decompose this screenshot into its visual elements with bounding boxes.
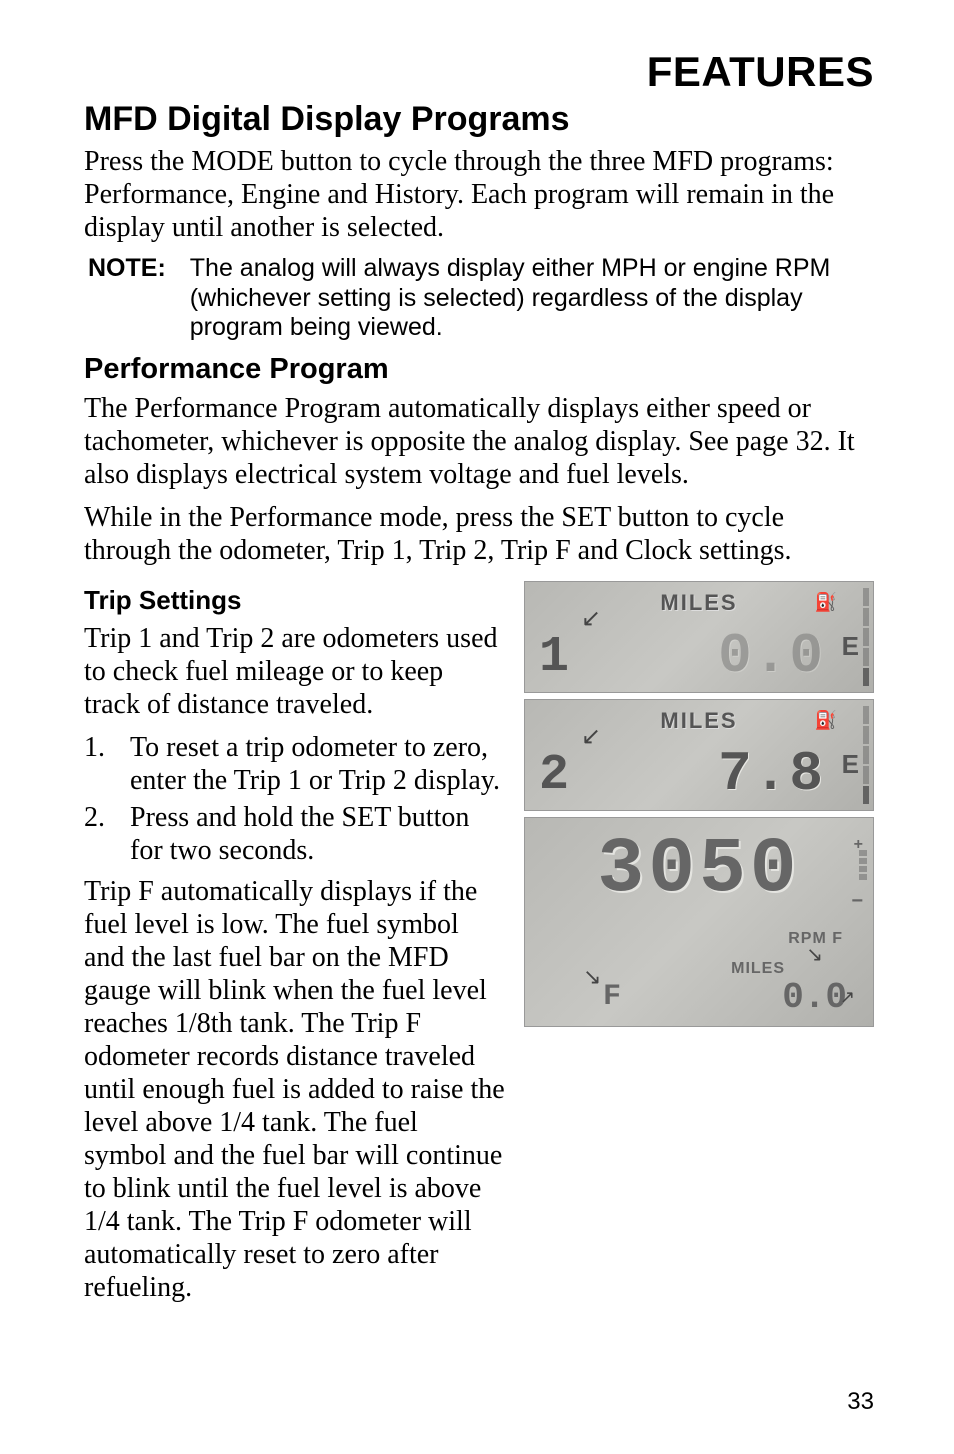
performance-paragraph-1: The Performance Program automatically di… <box>84 392 874 491</box>
lcd-trip-2-image: MILES ⛽ 2 ↙ 7.8 E <box>524 699 874 811</box>
step-2: 2. Press and hold the SET button for two… <box>84 801 506 867</box>
section-header: FEATURES <box>84 48 874 96</box>
arrow-icon: ↘ <box>583 964 601 990</box>
note-text: The analog will always display either MP… <box>190 254 874 343</box>
minus-icon: − <box>851 890 863 913</box>
lcd-trip-1-image: MILES ⛽ 1 ↙ 0.0 E <box>524 581 874 693</box>
arrow-icon: ↙ <box>581 722 601 751</box>
rpm-value: 3050 <box>597 826 800 914</box>
trip-number: 1 <box>539 629 569 686</box>
fuel-icon: ⛽ <box>815 710 837 731</box>
page-number: 33 <box>847 1388 874 1416</box>
step-2-number: 2. <box>84 801 112 867</box>
trip-intro: Trip 1 and Trip 2 are odometers used to … <box>84 622 506 721</box>
miles-label: MILES <box>731 960 785 978</box>
step-1-text: To reset a trip odometer to zero, enter … <box>130 731 506 797</box>
subheading-performance: Performance Program <box>84 353 874 386</box>
performance-paragraph-2: While in the Performance mode, press the… <box>84 501 874 567</box>
f-label: F <box>603 980 621 1014</box>
miles-label: MILES <box>660 590 737 616</box>
arrow-icon: ↘ <box>806 942 823 967</box>
intro-paragraph: Press the MODE button to cycle through t… <box>84 145 874 244</box>
fuel-icon: ⛽ <box>815 592 837 613</box>
step-1: 1. To reset a trip odometer to zero, ent… <box>84 731 506 797</box>
fuel-gauge <box>863 706 869 804</box>
arrow-icon: ↗ <box>840 987 855 1008</box>
note-label: NOTE: <box>84 254 166 343</box>
trip-number: 2 <box>539 747 569 804</box>
level-bars <box>859 850 867 880</box>
odometer-value: 0.0 <box>718 624 825 688</box>
sub-odometer-value: 0.0 <box>782 977 847 1018</box>
arrow-icon: ↙ <box>581 604 601 633</box>
page-title: MFD Digital Display Programs <box>84 100 874 139</box>
lcd-rpm-image: 3050 + − RPM F ↘ MILES ↘ F 0.0 ↗ <box>524 817 874 1027</box>
empty-label: E <box>842 749 859 780</box>
odometer-value: 7.8 <box>718 742 825 806</box>
fuel-gauge <box>863 588 869 686</box>
trip-f-paragraph: Trip F automatically displays if the fue… <box>84 875 506 1304</box>
miles-label: MILES <box>660 708 737 734</box>
step-2-text: Press and hold the SET button for two se… <box>130 801 506 867</box>
empty-label: E <box>842 631 859 662</box>
subheading-trip-settings: Trip Settings <box>84 585 506 616</box>
note-block: NOTE: The analog will always display eit… <box>84 254 874 343</box>
step-1-number: 1. <box>84 731 112 797</box>
